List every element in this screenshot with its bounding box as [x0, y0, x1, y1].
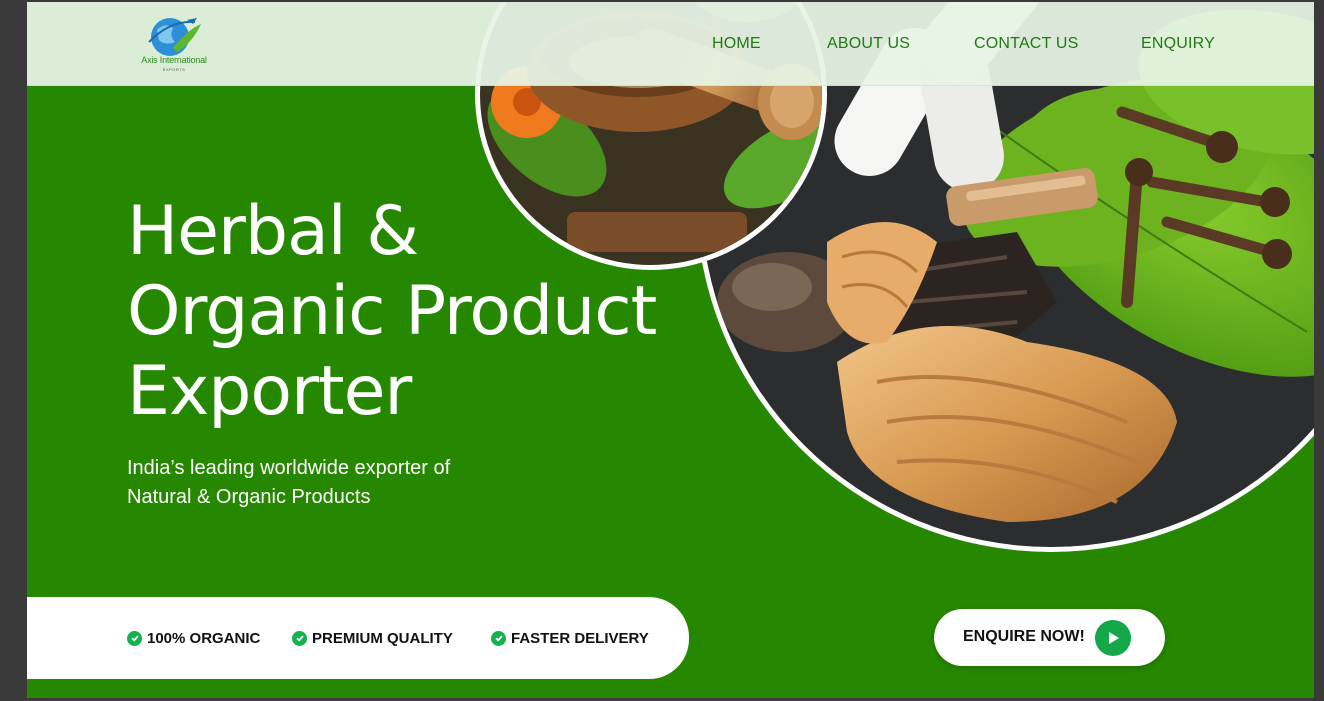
- brand-tagline: EXPORTS: [162, 67, 186, 72]
- feature-label: PREMIUM QUALITY: [312, 629, 453, 647]
- play-icon: [1095, 620, 1131, 656]
- check-circle-icon: [127, 630, 142, 646]
- site-header: Axis International EXPORTS HOME ABOUT US…: [27, 2, 1314, 86]
- hero-subtitle: India’s leading worldwide exporter of Na…: [127, 454, 527, 512]
- nav-enquiry[interactable]: ENQUIRY: [1141, 35, 1215, 53]
- hero-subtitle-line-2: Natural & Organic Products: [127, 486, 371, 508]
- enquire-now-button[interactable]: ENQUIRE NOW!: [934, 609, 1165, 666]
- nav-contact-us[interactable]: CONTACT US: [974, 35, 1079, 53]
- features-bar: 100% ORGANIC PREMIUM QUALITY FASTER DELI…: [27, 597, 689, 679]
- feature-label: 100% ORGANIC: [147, 629, 261, 647]
- feature-label: FASTER DELIVERY: [511, 629, 649, 647]
- feature-organic: 100% ORGANIC: [127, 628, 260, 648]
- hero-section: Axis International EXPORTS HOME ABOUT US…: [27, 2, 1314, 698]
- nav-about-us[interactable]: ABOUT US: [827, 35, 910, 53]
- hero-title: Herbal & Organic Product Exporter: [127, 192, 747, 432]
- hero-title-line-3: Exporter: [127, 352, 412, 431]
- hero-title-line-2: Organic Product: [127, 272, 657, 351]
- hero-title-line-1: Herbal &: [127, 192, 419, 271]
- enquire-now-label: ENQUIRE NOW!: [963, 628, 1085, 645]
- brand-name: Axis International: [141, 55, 207, 65]
- nav-home[interactable]: HOME: [712, 35, 761, 53]
- check-circle-icon: [491, 630, 506, 646]
- feature-premium-quality: PREMIUM QUALITY: [292, 628, 453, 648]
- check-circle-icon: [292, 630, 307, 646]
- feature-faster-delivery: FASTER DELIVERY: [491, 628, 649, 648]
- hero-subtitle-line-1: India’s leading worldwide exporter of: [127, 457, 451, 479]
